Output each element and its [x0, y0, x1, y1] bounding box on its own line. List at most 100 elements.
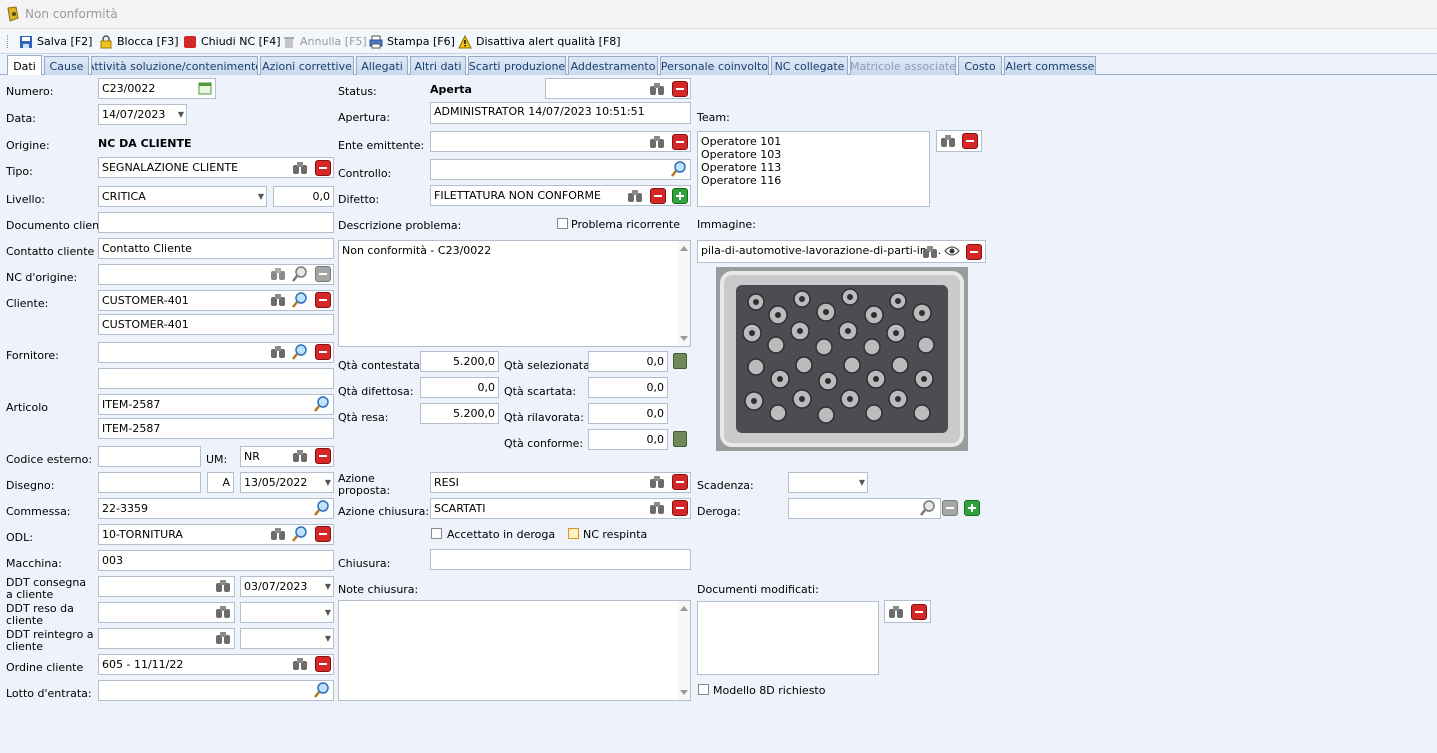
tab-matricole[interactable]: Matricole associate [850, 56, 956, 75]
binoculars-icon[interactable] [215, 579, 231, 593]
chevron-down-icon[interactable]: ▼ [325, 632, 331, 645]
magnifier-icon[interactable] [314, 682, 330, 698]
disegno-date-field[interactable]: 13/05/2022 ▼ [240, 472, 334, 493]
scadenza-field[interactable]: ▼ [788, 472, 868, 493]
note-memo[interactable] [338, 600, 691, 701]
disable-alert-button[interactable]: Disattiva alert qualità [F8] [458, 33, 621, 50]
binoculars-icon[interactable] [215, 631, 231, 645]
tab-addestramento[interactable]: Addestramento [568, 56, 658, 75]
magnifier-icon[interactable] [671, 161, 687, 177]
close-nc-button[interactable]: Chiudi NC [F4] [183, 33, 281, 50]
binoculars-icon[interactable] [649, 135, 665, 149]
magnifier-icon[interactable] [292, 266, 308, 282]
binoculars-icon[interactable] [649, 82, 665, 96]
disegno-rev-field[interactable]: A [207, 472, 234, 493]
descr-memo[interactable]: Non conformità - C23/0022 [338, 240, 691, 347]
tab-personale[interactable]: Personale coinvolto [660, 56, 769, 75]
ddt-reso-date-field[interactable]: ▼ [240, 602, 334, 623]
remove-ordine-button[interactable] [315, 656, 331, 672]
qta-contestata-field[interactable]: 5.200,0 [420, 351, 499, 372]
qta-selezionata-field[interactable]: 0,0 [588, 351, 668, 372]
list-item[interactable]: Operatore 113 [701, 161, 926, 174]
chevron-down-icon[interactable]: ▼ [178, 108, 184, 121]
binoculars-icon[interactable] [270, 293, 286, 307]
magnifier-icon[interactable] [292, 526, 308, 542]
magnifier-icon[interactable] [292, 344, 308, 360]
qta-resa-field[interactable]: 5.200,0 [420, 403, 499, 424]
ddt-consegna-date-field[interactable]: 03/07/2023 ▼ [240, 576, 334, 597]
ddt-reintegro-date-field[interactable]: ▼ [240, 628, 334, 649]
remove-team-button[interactable] [962, 133, 978, 149]
binoculars-icon[interactable] [649, 475, 665, 489]
binoculars-icon[interactable] [215, 605, 231, 619]
livello-field[interactable]: CRITICA ▼ [98, 186, 267, 207]
remove-cliente-button[interactable] [315, 292, 331, 308]
data-field[interactable]: 14/07/2023 ▼ [98, 104, 187, 125]
qta-conforme-field[interactable]: 0,0 [588, 429, 668, 450]
calculator-icon[interactable] [673, 353, 687, 369]
remove-fornitore-button[interactable] [315, 344, 331, 360]
tab-nc-collegate[interactable]: NC collegate [771, 56, 848, 75]
fornitore-name-field[interactable] [98, 368, 334, 389]
chevron-down-icon[interactable]: ▼ [325, 606, 331, 619]
add-deroga-button[interactable] [964, 500, 980, 516]
tab-scarti[interactable]: Scarti produzione [468, 56, 566, 75]
tab-cause[interactable]: Cause [44, 56, 89, 75]
magnifier-icon[interactable] [314, 396, 330, 412]
remove-deroga-button[interactable] [942, 500, 958, 516]
remove-difetto-button[interactable] [650, 188, 666, 204]
binoculars-icon[interactable] [627, 189, 643, 203]
save-button[interactable]: Salva [F2] [19, 33, 92, 50]
calendar-icon[interactable] [198, 81, 212, 95]
remove-um-button[interactable] [315, 448, 331, 464]
remove-nc-origine-button[interactable] [315, 266, 331, 282]
tab-dati[interactable]: Dati [7, 55, 42, 76]
binoculars-icon[interactable] [922, 245, 938, 259]
tab-alert-commesse[interactable]: Alert commesse [1004, 56, 1096, 75]
add-difetto-button[interactable] [672, 188, 688, 204]
articolo-name-field[interactable]: ITEM-2587 [98, 418, 334, 439]
remove-odl-button[interactable] [315, 526, 331, 542]
ricorrente-checkbox[interactable] [557, 218, 568, 229]
team-list[interactable]: Operatore 101 Operatore 103 Operatore 11… [697, 131, 930, 207]
remove-immagine-button[interactable] [966, 244, 982, 260]
chevron-down-icon[interactable]: ▼ [325, 476, 331, 489]
binoculars-icon[interactable] [649, 501, 665, 515]
qta-rilavorata-field[interactable]: 0,0 [588, 403, 668, 424]
note-scrollbar[interactable] [678, 601, 690, 700]
doc-cliente-field[interactable] [98, 212, 334, 233]
chiusura-field[interactable] [430, 549, 691, 570]
binoculars-icon[interactable] [270, 267, 286, 281]
respinta-checkbox[interactable] [568, 528, 579, 539]
tab-allegati[interactable]: Allegati [356, 56, 408, 75]
binoculars-icon[interactable] [270, 345, 286, 359]
magnifier-icon[interactable] [920, 500, 936, 516]
tab-attivita[interactable]: Attività soluzione/contenimento [91, 56, 258, 75]
calculator-icon[interactable] [673, 431, 687, 447]
articolo-code-field[interactable]: ITEM-2587 [98, 394, 334, 415]
tab-costo[interactable]: Costo [958, 56, 1002, 75]
remove-azione-chiusura-button[interactable] [672, 500, 688, 516]
disegno-field[interactable] [98, 472, 201, 493]
list-item[interactable]: Operatore 103 [701, 148, 926, 161]
remove-tipo-button[interactable] [315, 160, 331, 176]
magnifier-icon[interactable] [292, 292, 308, 308]
immagine-field[interactable]: pila-di-automotive-lavorazione-di-parti-… [697, 240, 986, 263]
chevron-down-icon[interactable]: ▼ [859, 476, 865, 489]
lotto-field[interactable] [98, 680, 334, 701]
qta-scartata-field[interactable]: 0,0 [588, 377, 668, 398]
print-button[interactable]: Stampa [F6] [369, 33, 455, 50]
remove-status-button[interactable] [672, 81, 688, 97]
binoculars-icon[interactable] [270, 527, 286, 541]
remove-doc-mod-button[interactable] [911, 604, 927, 620]
macchina-field[interactable]: 003 [98, 550, 334, 571]
qta-difettosa-field[interactable]: 0,0 [420, 377, 499, 398]
binoculars-icon[interactable] [292, 161, 308, 175]
binoculars-icon[interactable] [940, 134, 956, 148]
status-field[interactable] [545, 78, 691, 99]
magnifier-icon[interactable] [314, 500, 330, 516]
cliente-name-field[interactable]: CUSTOMER-401 [98, 314, 334, 335]
binoculars-icon[interactable] [888, 605, 904, 619]
livello-score-field[interactable]: 0,0 [273, 186, 334, 207]
lock-button[interactable]: Blocca [F3] [99, 33, 179, 50]
